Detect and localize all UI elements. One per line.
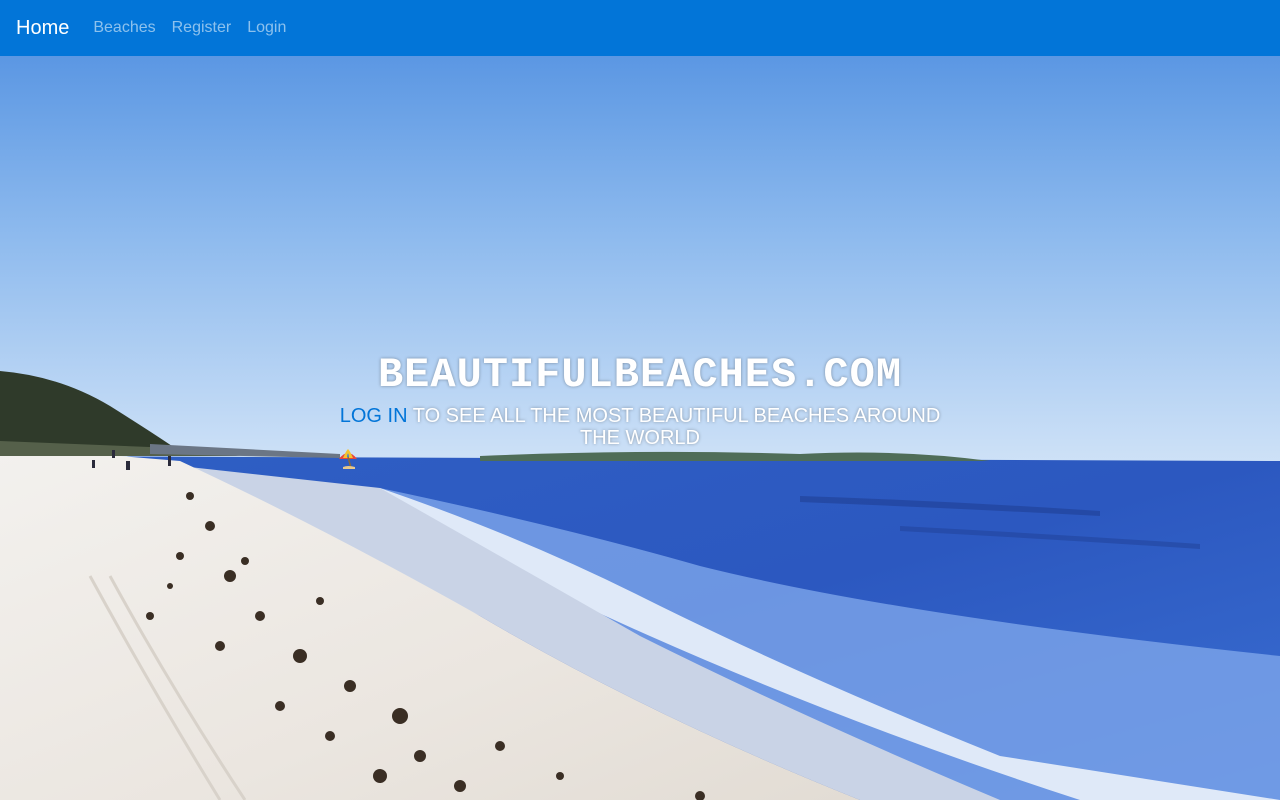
nav-register-link[interactable]: Register	[172, 19, 232, 37]
nav-home-link[interactable]: Home	[16, 17, 69, 40]
nav-login-link[interactable]: Login	[247, 19, 286, 37]
hero-section: BEAUTIFULBEACHES.COM LOG IN TO SEE ALL T…	[0, 56, 1280, 800]
site-title: BEAUTIFULBEACHES.COM	[377, 351, 903, 399]
hero-subtitle-text: TO SEE ALL THE MOST BEAUTIFUL BEACHES AR…	[407, 405, 941, 449]
login-link[interactable]: LOG IN	[340, 405, 408, 427]
hero-content: BEAUTIFULBEACHES.COM LOG IN TO SEE ALL T…	[337, 349, 943, 469]
top-navbar: Home Beaches Register Login	[0, 0, 1280, 56]
beach-umbrella-icon	[339, 449, 357, 469]
nav-beaches-link[interactable]: Beaches	[93, 19, 155, 37]
hero-subtitle: LOG IN TO SEE ALL THE MOST BEAUTIFUL BEA…	[337, 405, 943, 469]
